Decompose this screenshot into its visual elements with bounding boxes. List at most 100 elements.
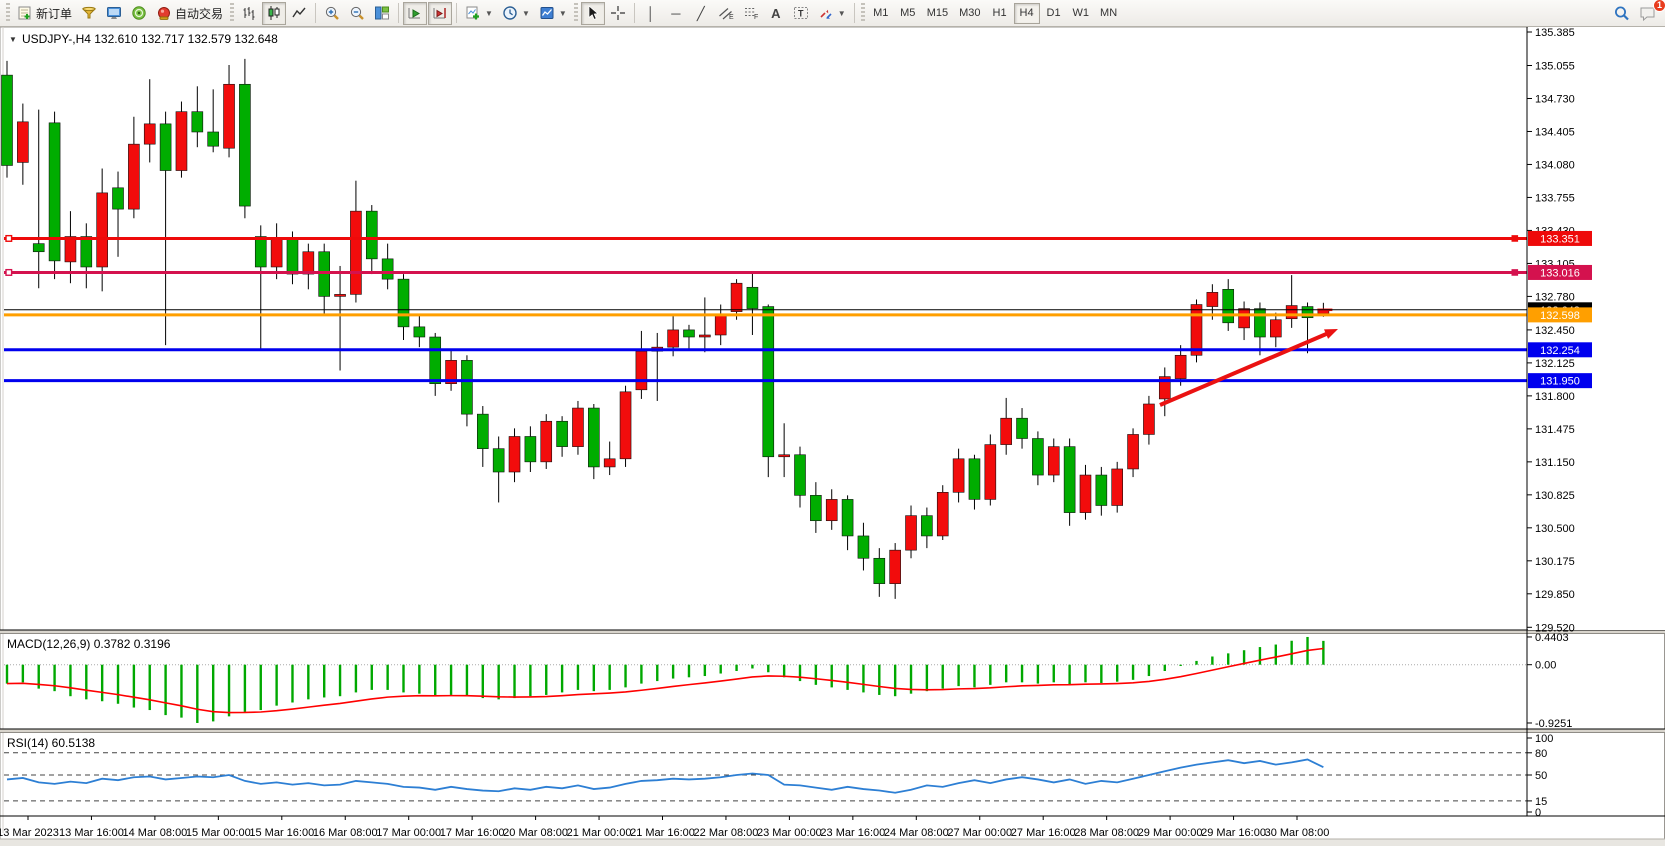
timeframe-button-D1[interactable]: D1 (1041, 3, 1067, 24)
candle-body (810, 495, 821, 520)
arrows-tool-button[interactable]: ▼ (814, 2, 850, 25)
candle-body (588, 408, 599, 467)
candle-body (382, 259, 393, 279)
candle-body (858, 536, 869, 558)
channel-tool-button[interactable]: E (714, 2, 738, 25)
candle-body (668, 330, 679, 347)
text-tool-button[interactable]: A (764, 2, 788, 25)
timeframe-button-M5[interactable]: M5 (895, 3, 921, 24)
label-tool-button[interactable]: T (789, 2, 813, 25)
monitor-icon (106, 5, 122, 21)
chart-area: ▼USDJPY-,H4 132.610 132.717 132.579 132.… (0, 27, 1665, 846)
data-window-button[interactable] (77, 2, 101, 25)
price-tick-label: 134.080 (1535, 159, 1575, 171)
macd-tick-label: 0.00 (1535, 660, 1556, 672)
horizontal-line-tool-button[interactable]: ─ (664, 2, 688, 25)
timeframe-button-M1[interactable]: M1 (868, 3, 894, 24)
timeframe-button-H1[interactable]: H1 (987, 3, 1013, 24)
timeframe-button-H4[interactable]: H4 (1014, 3, 1040, 24)
toolbar-separator (854, 3, 855, 23)
line-handle[interactable] (1512, 236, 1518, 242)
candle-body (97, 193, 108, 267)
cursor-icon (585, 5, 601, 21)
chart-shift-button[interactable] (428, 2, 452, 25)
zoom-in-button[interactable] (320, 2, 344, 25)
timeframe-group: M1M5M15M30H1H4D1W1MN (868, 3, 1122, 24)
candle-body (525, 436, 536, 461)
candlestick-type-button[interactable] (262, 2, 286, 25)
toolbar-separator (398, 3, 399, 23)
candle-body (572, 408, 583, 447)
candle-body (208, 132, 219, 146)
toolbar-separator (315, 3, 316, 23)
trendline-icon: ╱ (697, 7, 705, 20)
hline-price-label: 132.254 (1540, 345, 1580, 357)
candle-body (144, 124, 155, 144)
tile-windows-button[interactable] (370, 2, 394, 25)
toolbar-separator (456, 3, 457, 23)
periods-button[interactable]: ▼ (498, 2, 534, 25)
status-strip (0, 839, 1665, 846)
new-chart-button[interactable]: ▼ (461, 2, 497, 25)
price-tick-label: 134.730 (1535, 93, 1575, 105)
date-tick-label: 17 Mar 16:00 (440, 827, 505, 839)
search-button[interactable] (1609, 2, 1634, 25)
new-order-icon (17, 5, 33, 21)
hline-price-label: 133.016 (1540, 267, 1580, 279)
chart-shift-icon (432, 5, 448, 21)
crosshair-tool-button[interactable] (606, 2, 630, 25)
price-tick-label: 135.055 (1535, 60, 1575, 72)
trendline-tool-button[interactable]: ╱ (689, 2, 713, 25)
svg-text:F: F (754, 14, 758, 21)
toolbar-grip (861, 3, 865, 23)
bar-chart-type-button[interactable] (237, 2, 261, 25)
auto-trading-button[interactable]: 自动交易 (152, 2, 227, 25)
line-handle[interactable] (1512, 270, 1518, 276)
candle-body (192, 112, 203, 132)
candle-body (319, 252, 330, 297)
candle-body (350, 211, 361, 294)
line-chart-type-button[interactable] (287, 2, 311, 25)
timeframe-button-MN[interactable]: MN (1095, 3, 1122, 24)
clock-icon (502, 5, 518, 21)
candle-body (1286, 306, 1297, 319)
cursor-tool-button[interactable] (581, 2, 605, 25)
label-icon: T (793, 5, 809, 21)
notifications-button[interactable]: 1 (1635, 2, 1661, 25)
line-handle[interactable] (6, 236, 12, 242)
candle-body (1048, 447, 1059, 475)
candle-body (81, 237, 92, 267)
candle-body (604, 459, 615, 467)
date-tick-label: 30 Mar 08:00 (1265, 827, 1330, 839)
timeframe-button-M15[interactable]: M15 (922, 3, 953, 24)
candle-body (826, 499, 837, 520)
toolbar-grip (230, 3, 234, 23)
candle-body (493, 449, 504, 472)
vertical-line-tool-button[interactable]: │ (639, 2, 663, 25)
radar-icon (131, 5, 147, 21)
date-tick-label: 14 Mar 08:00 (122, 827, 187, 839)
candlestick-icon (266, 5, 282, 21)
candle-body (65, 237, 76, 262)
date-tick-label: 29 Mar 00:00 (1138, 827, 1203, 839)
candle-body (699, 335, 710, 337)
timeframe-button-M30[interactable]: M30 (954, 3, 985, 24)
templates-button[interactable]: ▼ (535, 2, 571, 25)
new-order-button[interactable]: 新订单 (13, 2, 76, 25)
zoom-out-icon (349, 5, 365, 21)
auto-scroll-button[interactable] (403, 2, 427, 25)
usdjpy-h4-chart-canvas[interactable]: ▼USDJPY-,H4 132.610 132.717 132.579 132.… (0, 27, 1665, 846)
fibonacci-tool-button[interactable]: F (739, 2, 763, 25)
zoom-out-button[interactable] (345, 2, 369, 25)
rsi-tick-label: 50 (1535, 770, 1547, 782)
title-ohlc-text: USDJPY-,H4 132.610 132.717 132.579 132.6… (22, 32, 278, 46)
market-watch-button[interactable] (102, 2, 126, 25)
line-handle[interactable] (6, 270, 12, 276)
price-tick-label: 130.825 (1535, 490, 1575, 502)
candle-body (1175, 355, 1186, 378)
candle-body (160, 124, 171, 171)
timeframe-button-W1[interactable]: W1 (1068, 3, 1095, 24)
new-chart-icon (465, 5, 481, 21)
candle-body (715, 315, 726, 335)
signals-button[interactable] (127, 2, 151, 25)
